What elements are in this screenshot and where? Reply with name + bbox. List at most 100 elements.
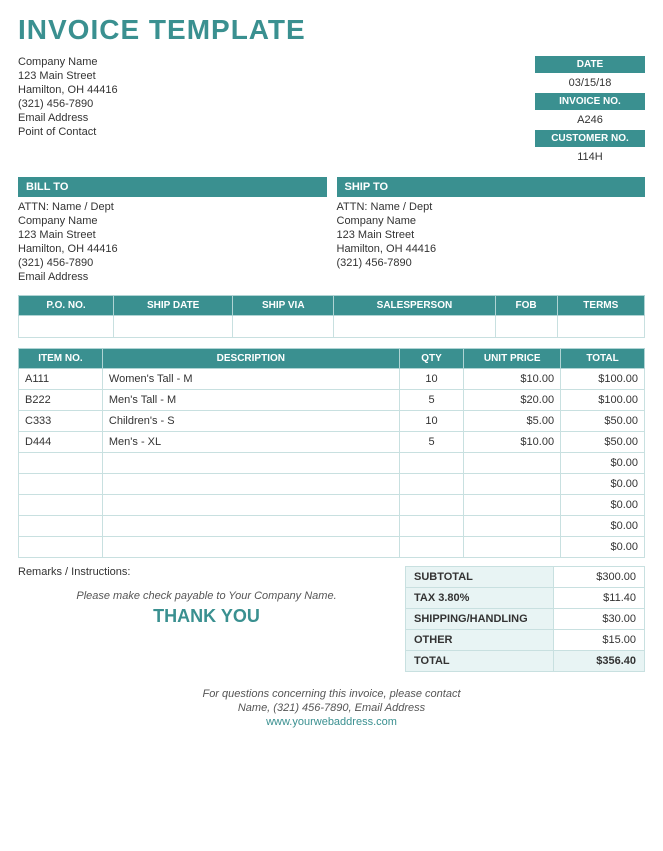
unit-price-cell: $5.00 [464, 411, 561, 432]
total-cell: $0.00 [561, 474, 645, 495]
table-row: C333Children's - S10$5.00$50.00 [19, 411, 645, 432]
thank-you-text: THANK YOU [18, 606, 395, 627]
desc-cell [102, 516, 399, 537]
desc-cell [102, 495, 399, 516]
unit-price-cell: $20.00 [464, 390, 561, 411]
desc-cell [102, 453, 399, 474]
tax-value: $11.40 [554, 588, 645, 609]
items-header-unit-price: UNIT PRICE [464, 349, 561, 369]
po-header-fob: FOB [495, 296, 557, 316]
total-value: $356.40 [554, 651, 645, 672]
qty-cell: 10 [399, 411, 464, 432]
bill-email: Email Address [18, 271, 327, 283]
company-address1: 123 Main Street [18, 70, 118, 82]
po-header-terms: TERMS [557, 296, 644, 316]
desc-cell: Children's - S [102, 411, 399, 432]
totals-table: SUBTOTAL $300.00 TAX 3.80% $11.40 SHIPPI… [405, 566, 645, 672]
unit-price-cell: $10.00 [464, 432, 561, 453]
qty-cell [399, 474, 464, 495]
qty-cell: 5 [399, 390, 464, 411]
unit-price-cell [464, 453, 561, 474]
items-header-qty: QTY [399, 349, 464, 369]
item-no-cell [19, 516, 103, 537]
table-row: $0.00 [19, 537, 645, 558]
bill-to-box: BILL TO ATTN: Name / Dept Company Name 1… [18, 177, 327, 285]
remarks-label: Remarks / Instructions: [18, 566, 395, 578]
other-value: $15.00 [554, 630, 645, 651]
shipping-value: $30.00 [554, 609, 645, 630]
item-no-cell [19, 474, 103, 495]
bill-address2: Hamilton, OH 44416 [18, 243, 327, 255]
check-payable: Please make check payable to Your Compan… [18, 590, 395, 602]
item-no-cell: C333 [19, 411, 103, 432]
table-row: $0.00 [19, 516, 645, 537]
bottom-section: Remarks / Instructions: Please make chec… [18, 566, 645, 672]
qty-cell [399, 453, 464, 474]
desc-cell: Women's Tall - M [102, 369, 399, 390]
item-no-cell [19, 453, 103, 474]
item-no-cell: D444 [19, 432, 103, 453]
company-phone: (321) 456-7890 [18, 98, 118, 110]
po-header-salesperson: SALESPERSON [334, 296, 495, 316]
bill-phone: (321) 456-7890 [18, 257, 327, 269]
desc-cell [102, 474, 399, 495]
item-no-cell: B222 [19, 390, 103, 411]
ship-phone: (321) 456-7890 [337, 257, 646, 269]
qty-cell [399, 537, 464, 558]
qty-cell: 10 [399, 369, 464, 390]
table-row: $0.00 [19, 453, 645, 474]
total-cell: $50.00 [561, 432, 645, 453]
customer-no-label: CUSTOMER NO. [535, 130, 645, 147]
items-header-description: DESCRIPTION [102, 349, 399, 369]
unit-price-cell [464, 474, 561, 495]
unit-price-cell [464, 537, 561, 558]
footer-website: www.yourwebaddress.com [18, 716, 645, 728]
company-address2: Hamilton, OH 44416 [18, 84, 118, 96]
ship-attn: ATTN: Name / Dept [337, 201, 646, 213]
item-no-cell [19, 537, 103, 558]
tax-percent: 3.80% [438, 592, 469, 604]
ship-to-header: SHIP TO [337, 177, 646, 197]
table-row: B222Men's Tall - M5$20.00$100.00 [19, 390, 645, 411]
subtotal-row: SUBTOTAL $300.00 [406, 567, 645, 588]
footer-contact-line2: Name, (321) 456-7890, Email Address [18, 702, 645, 714]
total-cell: $0.00 [561, 516, 645, 537]
invoice-meta: DATE 03/15/18 INVOICE NO. A246 CUSTOMER … [445, 56, 645, 167]
desc-cell: Men's Tall - M [102, 390, 399, 411]
date-value: 03/15/18 [535, 75, 645, 91]
bill-name: Company Name [18, 215, 327, 227]
other-label: OTHER [406, 630, 554, 651]
invoice-no-label: INVOICE NO. [535, 93, 645, 110]
subtotal-label: SUBTOTAL [406, 567, 554, 588]
invoice-title: INVOICE TEMPLATE [18, 14, 645, 46]
company-name: Company Name [18, 56, 118, 68]
shipping-row: SHIPPING/HANDLING $30.00 [406, 609, 645, 630]
table-row: $0.00 [19, 495, 645, 516]
po-header-ship-via: SHIP VIA [233, 296, 334, 316]
remarks-section: Remarks / Instructions: Please make chec… [18, 566, 395, 672]
desc-cell [102, 537, 399, 558]
ship-to-box: SHIP TO ATTN: Name / Dept Company Name 1… [337, 177, 646, 285]
ship-address1: 123 Main Street [337, 229, 646, 241]
table-row: A111Women's Tall - M10$10.00$100.00 [19, 369, 645, 390]
total-cell: $0.00 [561, 537, 645, 558]
table-row: D444Men's - XL5$10.00$50.00 [19, 432, 645, 453]
total-row: TOTAL $356.40 [406, 651, 645, 672]
bill-address1: 123 Main Street [18, 229, 327, 241]
date-label: DATE [535, 56, 645, 73]
po-header-p-o--no-: P.O. NO. [19, 296, 114, 316]
item-no-cell: A111 [19, 369, 103, 390]
table-row: $0.00 [19, 474, 645, 495]
po-table: P.O. NO.SHIP DATESHIP VIASALESPERSONFOBT… [18, 295, 645, 338]
total-cell: $100.00 [561, 369, 645, 390]
total-cell: $0.00 [561, 453, 645, 474]
company-info: Company Name 123 Main Street Hamilton, O… [18, 56, 118, 167]
items-header-item-no-: ITEM NO. [19, 349, 103, 369]
bill-ship-section: BILL TO ATTN: Name / Dept Company Name 1… [18, 177, 645, 285]
other-row: OTHER $15.00 [406, 630, 645, 651]
unit-price-cell: $10.00 [464, 369, 561, 390]
tax-label: TAX 3.80% [406, 588, 554, 609]
invoice-no-value: A246 [535, 112, 645, 128]
company-contact: Point of Contact [18, 126, 118, 138]
item-no-cell [19, 495, 103, 516]
